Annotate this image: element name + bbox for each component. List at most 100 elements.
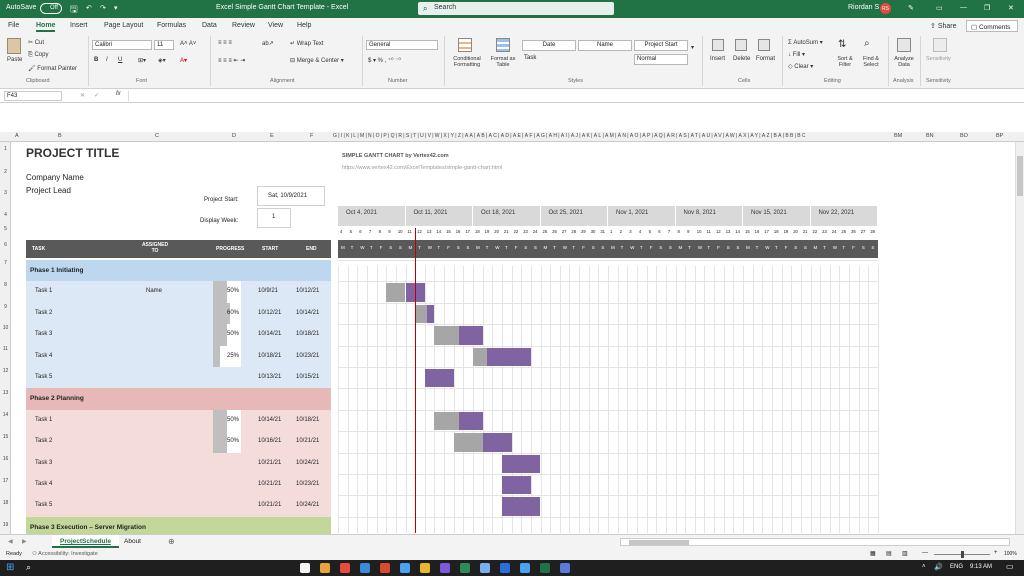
share-button[interactable]: ⇪ Share [930,22,957,30]
style-date[interactable]: Date [522,40,576,51]
taskbar-app-icon[interactable] [500,563,510,573]
table-row[interactable]: Task 1 50% 10/14/21 10/18/21 [26,409,331,432]
row-header[interactable]: 8 [0,282,11,288]
table-row[interactable]: Task 4 10/21/21 10/23/21 [26,474,331,496]
task-name[interactable]: Task 4 [35,481,52,487]
vertical-scrollbar[interactable] [1015,142,1024,534]
progress-cell[interactable]: 50% [213,324,241,346]
row-header[interactable]: 2 [0,169,11,175]
row-header[interactable]: 14 [0,412,11,418]
top-align-icon[interactable]: ≡ ≡ ≡ [218,40,232,46]
table-row[interactable]: Task 5 10/21/21 10/24/21 [26,495,331,517]
progress-cell[interactable]: 50% [213,281,241,303]
taskbar-app-icon[interactable] [400,563,410,573]
taskbar-app-icon[interactable] [380,563,390,573]
formula-input[interactable] [128,91,1016,101]
tab-formulas[interactable]: Formulas [157,22,186,29]
progress-cell[interactable]: 50% [213,431,241,453]
save-icon[interactable]: 🖫 [70,2,78,18]
notifications-icon[interactable]: ▭ [1006,562,1014,571]
font-name-select[interactable]: Calibri [92,40,152,50]
paste-button[interactable]: Paste [7,57,22,63]
sheet-tab-about[interactable]: About [124,538,141,545]
conditional-formatting-button[interactable]: Conditional Formatting [450,56,484,68]
taskbar-app-icon[interactable] [440,563,450,573]
sensitivity-button[interactable]: Sensitivity [926,56,951,62]
task-start[interactable]: 10/14/21 [258,417,281,423]
taskbar-app-icon[interactable] [460,563,470,573]
col-f[interactable]: F [310,133,313,139]
fill-color-icon[interactable]: ◈▾ [158,57,166,64]
ribbon-display-icon[interactable]: ▭ [936,4,943,12]
delete-button[interactable]: Delete [733,56,750,62]
table-row[interactable]: Task 3 10/21/21 10/24/21 [26,452,331,474]
task-end[interactable]: 10/24/21 [296,502,319,508]
task-name[interactable]: Task 2 [35,438,52,444]
merge-center-button[interactable]: ⊟ Merge & Center ▾ [290,57,344,64]
orientation-icon[interactable]: ab↗ [262,40,274,47]
task-end[interactable]: 10/14/21 [296,310,319,316]
tab-help[interactable]: Help [297,22,311,29]
row-header[interactable]: 4 [0,212,11,218]
col-d[interactable]: D [232,133,236,139]
row-header[interactable]: 11 [0,346,11,352]
progress-cell[interactable]: 60% [213,302,241,325]
currency-icon[interactable]: $ ▾ % , ⁺⁰ ⁻⁰ [368,57,401,64]
task-start[interactable]: 10/12/21 [258,310,281,316]
task-name[interactable]: Task 1 [35,288,52,294]
row-header[interactable]: 19 [0,522,11,528]
search-box[interactable]: ⌕ Search [418,2,614,15]
project-start-input[interactable]: Sat, 10/9/2021 [257,186,325,206]
task-name[interactable]: Task 5 [35,502,52,508]
tray-chevron-icon[interactable]: ˄ [922,564,926,570]
font-size-select[interactable]: 11 [154,40,174,50]
zoom-thumb[interactable] [961,551,964,558]
header-start[interactable]: START [262,246,278,252]
tab-page-layout[interactable]: Page Layout [104,22,143,29]
left-align-icon[interactable]: ≡ ≡ ≡ ⇤ ⇥ [218,57,245,64]
row-header[interactable]: 15 [0,434,11,440]
horizontal-scrollbar[interactable] [620,538,1010,546]
table-row[interactable]: Task 2 60% 10/12/21 10/14/21 [26,302,331,325]
comments-button[interactable]: ▢ Comments [966,20,1018,32]
row-header[interactable]: 7 [0,260,11,266]
style-task[interactable]: Task [522,54,576,65]
task-start[interactable]: 10/21/21 [258,460,281,466]
name-box[interactable]: F43 [4,91,62,101]
taskbar-app-icon[interactable] [520,563,530,573]
table-row[interactable]: Task 3 50% 10/14/21 10/18/21 [26,324,331,346]
autosum-button[interactable]: Σ AutoSum ▾ [788,39,823,46]
accessibility-status[interactable]: ⚇ Accessibility: Investigate [32,551,98,557]
task-end[interactable]: 10/23/21 [296,353,319,359]
zoom-in-icon[interactable]: + [994,550,998,556]
col-g-bp[interactable]: G|I|K|L|M|N|O|P|Q|R|S|T|U|V|W|X|Y|Z|AA|A… [333,133,807,139]
row-header[interactable]: 13 [0,390,11,396]
row-header[interactable]: 1 [0,146,11,152]
copy-button[interactable]: ⎘ Copy [28,52,48,59]
task-end[interactable]: 10/23/21 [296,481,319,487]
number-format-select[interactable]: General [366,40,438,50]
conditional-formatting-icon[interactable] [458,38,472,52]
format-button[interactable]: Format [756,56,775,62]
next-sheet-icon[interactable]: ▶ [22,538,27,545]
find-select-button[interactable]: Find & Select [858,56,884,68]
autosave-toggle[interactable]: Off [40,3,62,14]
task-start[interactable]: 10/14/21 [258,331,281,337]
cancel-icon[interactable]: ✕ [80,92,85,99]
row-header[interactable]: 9 [0,304,11,310]
fill-button[interactable]: ↓ Fill ▾ [788,51,805,58]
col-bo[interactable]: BO [960,133,968,139]
style-normal[interactable]: Normal [634,54,688,65]
gantt-url-link[interactable]: https://www.vertex42.com/ExcelTemplates/… [342,165,502,171]
wrap-text-button[interactable]: ↵ Wrap Text [290,40,324,47]
analyze-data-button[interactable]: Analyze Data [892,56,916,68]
style-project-start[interactable]: Project Start [634,40,688,51]
taskbar-app-icon[interactable] [360,563,370,573]
row-header[interactable]: 12 [0,368,11,374]
col-bm[interactable]: BM [894,133,902,139]
col-e[interactable]: E [270,133,274,139]
company-name[interactable]: Company Name [26,173,84,182]
format-as-table-icon[interactable] [496,38,510,52]
enter-icon[interactable]: ✓ [94,92,99,99]
tab-file[interactable]: File [8,22,19,29]
